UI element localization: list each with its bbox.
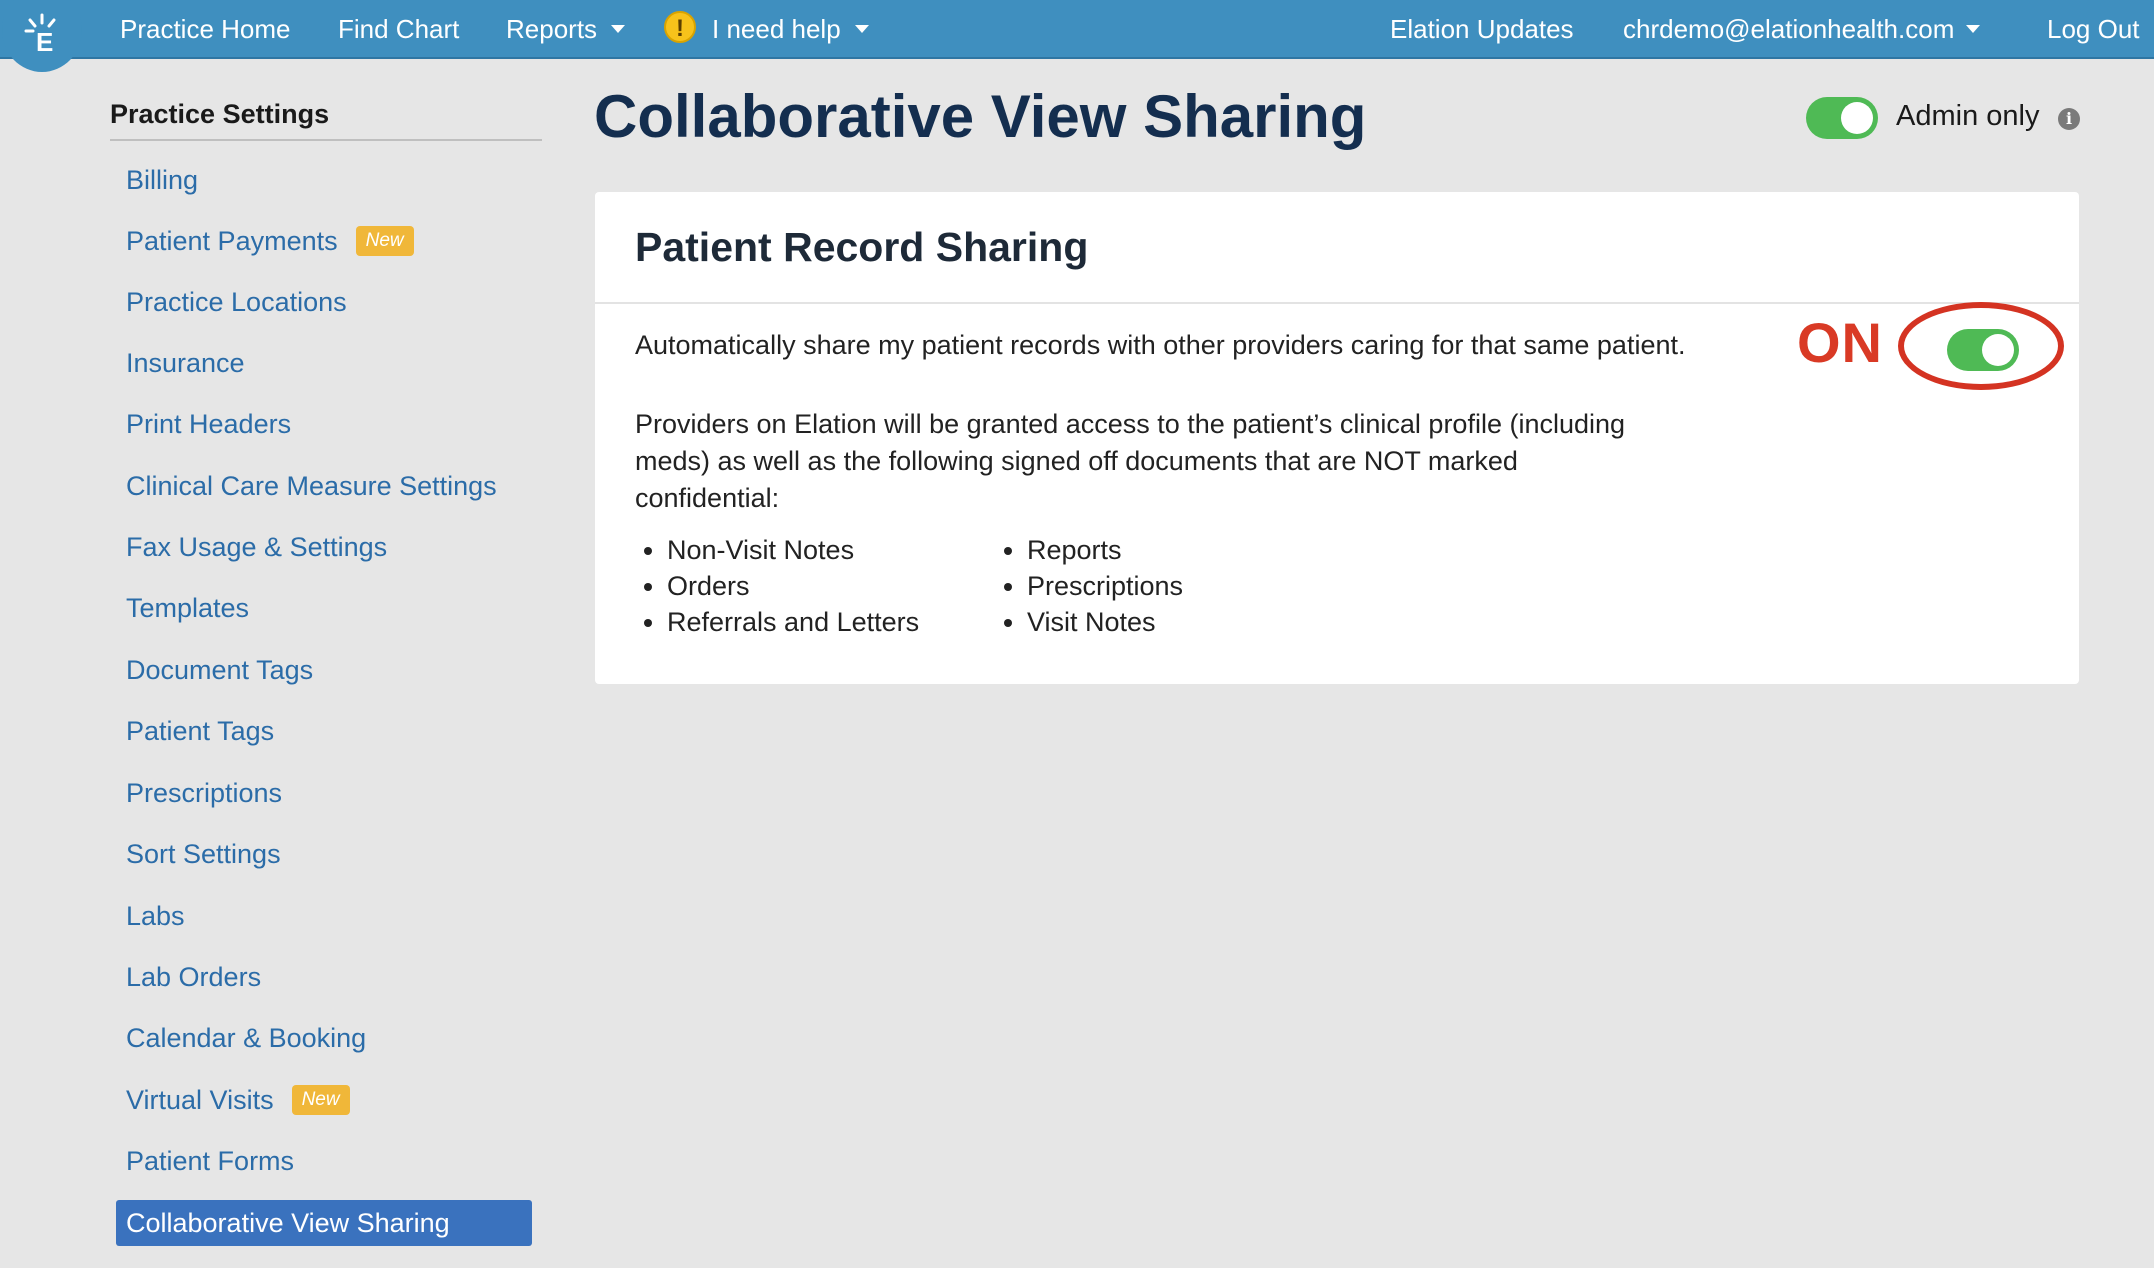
sidebar-item-virtual-visits[interactable]: Virtual Visits New xyxy=(116,1077,350,1123)
share-description: Automatically share my patient records w… xyxy=(635,330,1686,360)
list-item: Prescriptions xyxy=(1027,568,1183,604)
sharing-details: Providers on Elation will be granted acc… xyxy=(635,409,1626,513)
new-badge: New xyxy=(291,1084,350,1115)
sidebar-item-patient-payments[interactable]: Patient Payments New xyxy=(116,218,414,264)
sidebar-item-collaborative-view-sharing[interactable]: Collaborative View Sharing xyxy=(116,1200,532,1246)
page-title: Collaborative View Sharing xyxy=(594,83,1367,150)
sidebar-item-prescriptions[interactable]: Prescriptions xyxy=(116,770,282,816)
sidebar-item-lab-orders[interactable]: Lab Orders xyxy=(116,954,261,1000)
elation-logo-icon: E xyxy=(24,13,56,55)
card-header: Patient Record Sharing xyxy=(595,192,2079,304)
sidebar-item-label: Patient Payments xyxy=(126,226,338,256)
warning-icon: ! xyxy=(664,11,696,44)
on-annotation-label: ON xyxy=(1797,311,1883,374)
sidebar-item-label: Virtual Visits xyxy=(126,1085,274,1115)
sidebar-item-insurance[interactable]: Insurance xyxy=(116,340,245,386)
nav-user-menu[interactable]: chrdemo@elationhealth.com xyxy=(1623,0,1981,59)
card-title: Patient Record Sharing xyxy=(635,223,1089,270)
patient-record-sharing-card: Patient Record Sharing Automatically sha… xyxy=(595,192,2079,684)
new-badge: New xyxy=(355,225,414,256)
sidebar-item-patient-forms[interactable]: Patient Forms xyxy=(116,1138,294,1184)
info-icon[interactable]: i xyxy=(2058,108,2080,130)
sidebar-item-practice-locations[interactable]: Practice Locations xyxy=(116,279,347,325)
nav-help[interactable]: ! I need help xyxy=(664,0,869,59)
document-list-left: Non-Visit Notes Orders Referrals and Let… xyxy=(635,532,919,640)
chevron-down-icon xyxy=(611,25,626,34)
svg-text:E: E xyxy=(36,27,53,55)
sidebar-item-sort-settings[interactable]: Sort Settings xyxy=(116,831,281,877)
admin-only-toggle[interactable] xyxy=(1806,97,1878,139)
user-email: chrdemo@elationhealth.com xyxy=(1623,14,1955,44)
document-list-right: Reports Prescriptions Visit Notes xyxy=(995,532,1183,640)
sidebar-item-labs[interactable]: Labs xyxy=(116,893,185,939)
toggle-knob xyxy=(1841,102,1873,134)
list-item: Referrals and Letters xyxy=(667,604,919,640)
list-item: Visit Notes xyxy=(1027,604,1183,640)
sidebar-item-calendar-booking[interactable]: Calendar & Booking xyxy=(116,1015,366,1061)
sidebar-item-billing[interactable]: Billing xyxy=(116,157,198,203)
logout-link[interactable]: Log Out xyxy=(2047,0,2140,59)
admin-only-label: Admin only xyxy=(1896,100,2040,132)
list-item: Orders xyxy=(667,568,919,604)
list-item: Reports xyxy=(1027,532,1183,568)
nav-help-label: I need help xyxy=(712,14,841,44)
toggle-knob xyxy=(1982,334,2014,366)
sidebar-item-document-tags[interactable]: Document Tags xyxy=(116,647,313,693)
nav-reports[interactable]: Reports xyxy=(506,0,626,59)
nav-find-chart[interactable]: Find Chart xyxy=(338,0,459,59)
sidebar-item-fax-usage-settings[interactable]: Fax Usage & Settings xyxy=(116,524,387,570)
elation-logo[interactable]: E xyxy=(2,0,82,72)
sidebar-title: Practice Settings xyxy=(110,99,542,141)
sidebar-item-print-headers[interactable]: Print Headers xyxy=(116,401,291,447)
sidebar-item-clinical-care-measure-settings[interactable]: Clinical Care Measure Settings xyxy=(116,463,497,509)
chevron-down-icon xyxy=(1966,25,1981,34)
chevron-down-icon xyxy=(854,25,869,34)
sidebar-item-templates[interactable]: Templates xyxy=(116,585,249,631)
nav-reports-label: Reports xyxy=(506,14,598,44)
record-sharing-toggle[interactable] xyxy=(1947,329,2019,371)
top-nav-bar: E Practice Home Find Chart Reports ! I ne… xyxy=(0,0,2154,72)
nav-practice-home[interactable]: Practice Home xyxy=(120,0,291,59)
nav-elation-updates[interactable]: Elation Updates xyxy=(1390,0,1574,59)
list-item: Non-Visit Notes xyxy=(667,532,919,568)
sidebar-item-patient-tags[interactable]: Patient Tags xyxy=(116,708,274,754)
